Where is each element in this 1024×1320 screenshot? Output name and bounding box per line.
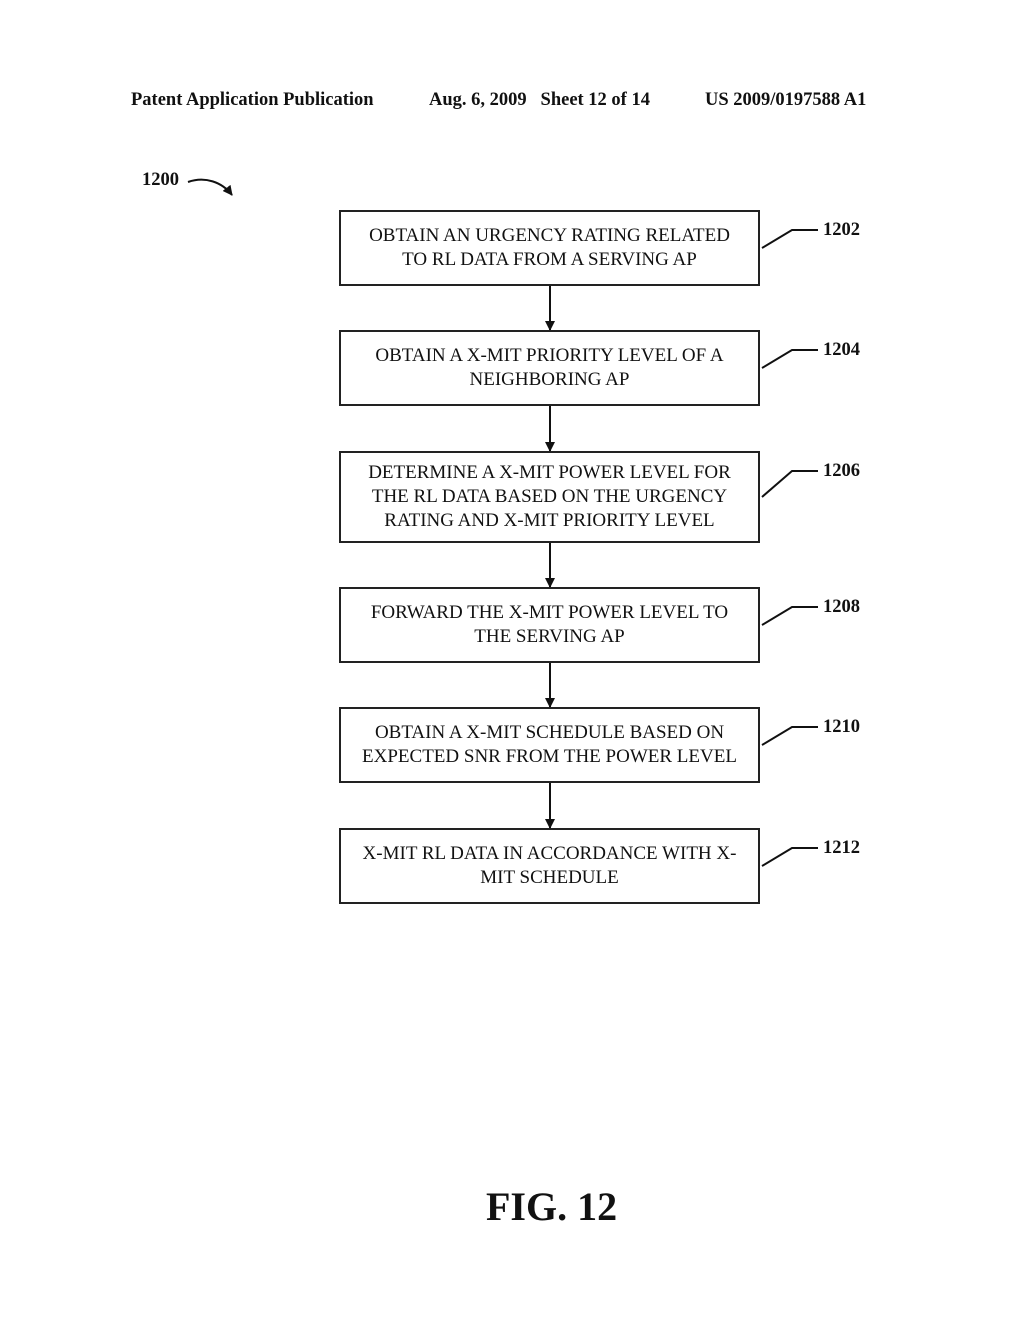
- step-reference-number: 1206: [823, 461, 860, 481]
- leader-line: [761, 349, 818, 369]
- leader-line: [761, 470, 818, 498]
- step-text-line: DETERMINE A X-MIT POWER LEVEL FOR: [368, 462, 731, 483]
- step-box-1202: OBTAIN AN URGENCY RATING RELATED TO RL DA…: [339, 210, 760, 286]
- step-reference-number: 1210: [823, 717, 860, 737]
- leader-line: [761, 847, 818, 867]
- step-box-1210: OBTAIN A X-MIT SCHEDULE BASED ON EXPECTED…: [339, 707, 760, 783]
- step-box-1208: FORWARD THE X-MIT POWER LEVEL TO THE SERV…: [339, 587, 760, 663]
- step-reference-number: 1204: [823, 340, 860, 360]
- step-reference-number: 1208: [823, 597, 860, 617]
- step-text-line: OBTAIN A X-MIT SCHEDULE BASED ON: [374, 722, 725, 743]
- step-text-line: OBTAIN A X-MIT PRIORITY LEVEL OF A: [375, 345, 724, 366]
- step-text-line: TO RL DATA FROM A SERVING AP: [402, 249, 697, 270]
- step-text-line: OBTAIN AN URGENCY RATING RELATED: [369, 225, 730, 246]
- step-text-line: X-MIT RL DATA IN ACCORDANCE WITH X-: [362, 843, 737, 864]
- leader-line: [761, 726, 818, 746]
- figure-label: FIG. 12: [486, 1184, 618, 1229]
- leader-line: [761, 229, 818, 249]
- step-text-line: THE SERVING AP: [474, 626, 625, 647]
- step-box-1204: OBTAIN A X-MIT PRIORITY LEVEL OF A NEIGHB…: [339, 330, 760, 406]
- leader-line: [761, 606, 818, 626]
- figure-pointer-arrow: [187, 178, 233, 196]
- step-text-line: MIT SCHEDULE: [480, 867, 619, 888]
- step-text-line: THE RL DATA BASED ON THE URGENCY: [371, 486, 728, 507]
- step-box-1206: DETERMINE A X-MIT POWER LEVEL FOR THE RL …: [339, 451, 760, 543]
- step-reference-number: 1202: [823, 220, 860, 240]
- step-text-line: FORWARD THE X-MIT POWER LEVEL TO: [370, 602, 729, 623]
- step-text-line: NEIGHBORING AP: [469, 369, 630, 390]
- step-reference-number: 1212: [823, 838, 860, 858]
- step-text-line: EXPECTED SNR FROM THE POWER LEVEL: [362, 746, 737, 767]
- step-box-1212: X-MIT RL DATA IN ACCORDANCE WITH X- MIT S…: [339, 828, 760, 904]
- step-text-line: RATING AND X-MIT PRIORITY LEVEL: [384, 510, 715, 531]
